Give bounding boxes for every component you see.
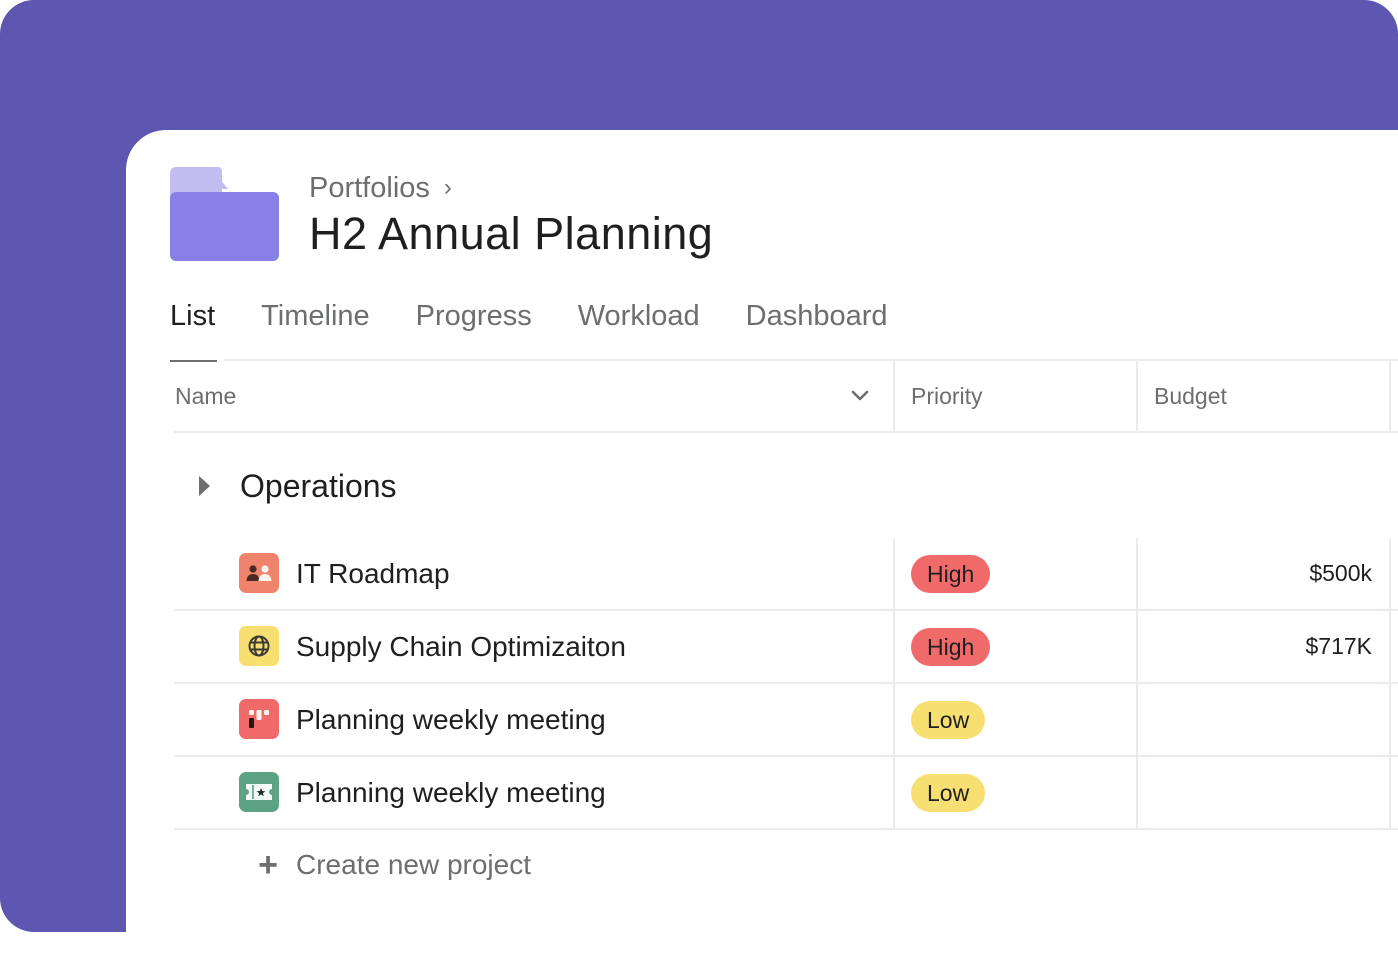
row-divider	[174, 828, 1398, 830]
column-header-priority[interactable]: Priority	[911, 361, 1136, 431]
page-title: H2 Annual Planning	[309, 208, 714, 259]
breadcrumb-portfolios-link[interactable]: Portfolios	[309, 172, 430, 205]
budget-value[interactable]: $500k	[1309, 538, 1372, 609]
tab-list[interactable]: List	[170, 296, 218, 362]
breadcrumb: Portfolios ›	[309, 170, 452, 206]
globe-icon	[239, 626, 279, 666]
chevron-down-icon[interactable]	[851, 389, 869, 401]
section-operations: Operations	[190, 460, 397, 512]
column-header-budget[interactable]: Budget	[1154, 361, 1390, 431]
tab-dashboard[interactable]: Dashboard	[746, 296, 888, 358]
budget-value[interactable]: $717K	[1305, 611, 1372, 682]
table-row[interactable]: IT Roadmap High $500k	[174, 538, 1398, 611]
folder-tab-slope	[210, 167, 228, 189]
table-row[interactable]: Planning weekly meeting Low	[174, 757, 1398, 830]
ticket-icon	[239, 772, 279, 812]
header-divider	[174, 431, 1398, 433]
column-divider	[1389, 361, 1391, 431]
plus-icon: +	[258, 846, 278, 884]
table-row[interactable]: Supply Chain Optimizaiton High $717K	[174, 611, 1398, 684]
column-divider	[893, 361, 895, 431]
create-new-project-label: Create new project	[296, 849, 532, 880]
tab-workload[interactable]: Workload	[578, 296, 700, 358]
project-name[interactable]: Supply Chain Optimizaiton	[296, 611, 626, 682]
project-name[interactable]: Planning weekly meeting	[296, 684, 606, 755]
project-name[interactable]: Planning weekly meeting	[296, 757, 606, 828]
triangle-right-icon[interactable]	[199, 476, 210, 496]
priority-badge[interactable]: High	[911, 628, 991, 666]
board-icon	[239, 699, 279, 739]
column-header-name-label: Name	[175, 382, 237, 409]
table-row[interactable]: Planning weekly meeting Low	[174, 684, 1398, 757]
priority-badge[interactable]: Low	[911, 774, 986, 812]
view-tabs: List Timeline Progress Workload Dashboar…	[170, 296, 934, 362]
folder-icon	[170, 167, 279, 261]
tab-timeline[interactable]: Timeline	[261, 296, 370, 358]
priority-badge[interactable]: High	[911, 555, 991, 593]
chevron-right-icon: ›	[443, 174, 452, 201]
column-header-budget-label: Budget	[1154, 382, 1227, 409]
project-name[interactable]: IT Roadmap	[296, 538, 450, 609]
column-header-priority-label: Priority	[911, 382, 983, 409]
section-label: Operations	[240, 467, 397, 504]
tab-progress[interactable]: Progress	[416, 296, 532, 358]
folder-body	[170, 192, 279, 261]
column-divider	[1136, 361, 1138, 431]
priority-badge[interactable]: Low	[911, 701, 986, 739]
people-icon	[239, 553, 279, 593]
column-header-name[interactable]: Name	[175, 361, 893, 431]
create-new-project-button[interactable]: + Create new project	[256, 844, 531, 886]
